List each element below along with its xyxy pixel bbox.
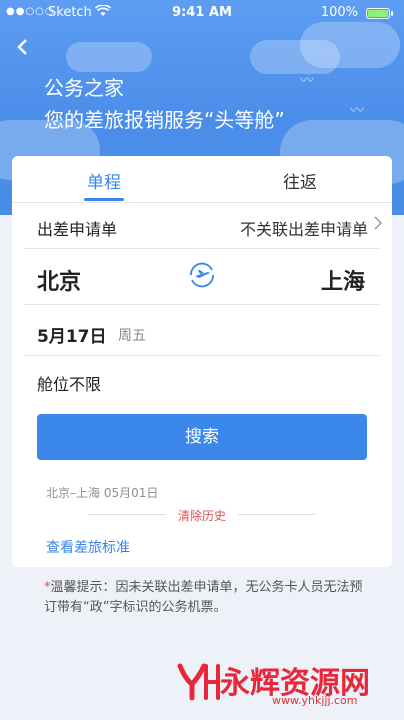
tip-text: 温馨提示：因未关联出差申请单，无公务卡人员无法预订带有“政”字标识的公务机票。 <box>44 580 363 615</box>
page-subtitle: 您的差旅报销服务“头等舱” <box>44 108 285 132</box>
search-button[interactable]: 搜索 <box>37 414 367 460</box>
departure-date[interactable]: 5月17日 <box>37 322 107 347</box>
departure-city[interactable]: 北京 <box>37 264 81 296</box>
flight-search-card: 单程 往返 出差申请单 不关联出差申请单 北京 上海 5月17日 周五 舱位不限… <box>12 156 392 567</box>
divider <box>24 248 380 249</box>
chevron-right-icon <box>374 215 383 234</box>
watermark-url: www.yhkjjj.com <box>272 694 358 707</box>
travel-standard-link[interactable]: 查看差旅标准 <box>46 537 130 557</box>
divider <box>12 202 392 203</box>
travel-application-row[interactable]: 出差申请单 不关联出差申请单 <box>12 206 392 248</box>
search-history-item[interactable]: 北京–上海 05月01日 <box>46 484 158 501</box>
tab-one-way[interactable]: 单程 <box>44 168 164 193</box>
clear-history-button[interactable]: 清除历史 <box>12 507 392 524</box>
travel-application-label: 出差申请单 <box>37 220 118 239</box>
tab-round-trip[interactable]: 往返 <box>240 168 360 193</box>
cabin-class-selector[interactable]: 舱位不限 <box>37 371 101 395</box>
plane-swap-icon <box>190 262 214 288</box>
back-button[interactable] <box>10 34 34 62</box>
bird-icon: 〰 <box>300 73 314 89</box>
bird-icon: 〰 <box>350 103 364 119</box>
chevron-left-icon <box>17 39 27 55</box>
battery-cap <box>391 11 393 16</box>
swap-cities-button[interactable] <box>186 259 218 291</box>
watermark-logo-icon <box>177 663 220 701</box>
divider <box>24 355 380 356</box>
warm-tip: *温馨提示：因未关联出差申请单，无公务卡人员无法预订带有“政”字标识的公务机票。 <box>44 578 374 618</box>
battery-percent: 100% <box>320 5 358 20</box>
trip-type-tabs: 单程 往返 <box>12 156 392 202</box>
divider <box>24 304 380 305</box>
page-title: 公务之家 <box>44 76 124 100</box>
active-tab-indicator <box>84 198 124 201</box>
departure-weekday: 周五 <box>118 328 146 344</box>
travel-application-value: 不关联出差申请单 <box>239 220 368 239</box>
status-bar: ●●○○○ Sketch 9:41 AM 100% <box>0 0 404 26</box>
battery-icon <box>366 8 390 19</box>
arrival-city[interactable]: 上海 <box>321 264 365 296</box>
cloud-decoration <box>66 42 152 72</box>
cloud-decoration <box>300 22 400 68</box>
